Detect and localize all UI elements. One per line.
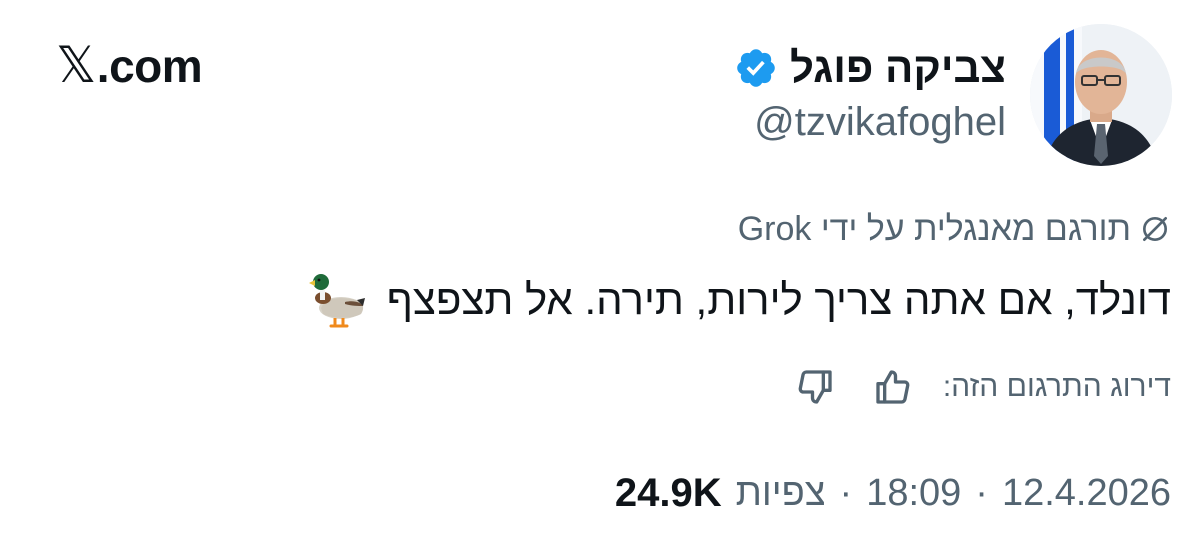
thumbs-down-button[interactable] [789, 362, 841, 412]
tweet-body: דונלד, אם אתה צריך לירות, תירה. אל תצפצף [305, 264, 1171, 336]
x-logo-icon: 𝕏 [56, 37, 96, 93]
duck-emoji-icon [308, 274, 365, 328]
views-count[interactable]: 24.9K [615, 471, 722, 516]
tweet-time[interactable]: 18:09 [866, 472, 961, 515]
avatar[interactable] [1030, 24, 1172, 166]
thumbs-up-icon [876, 370, 910, 404]
thumbs-down-icon [798, 370, 832, 404]
rate-translation-label: דירוג התרגום הזה: [942, 370, 1171, 403]
tweet-text: דונלד, אם אתה צריך לירות, תירה. אל תצפצף [386, 275, 1171, 323]
thumbs-up-button[interactable] [867, 362, 919, 412]
verified-badge-icon [737, 49, 775, 87]
avatar-image [1030, 24, 1172, 166]
views-label: צפיות [735, 471, 826, 514]
author-display-name[interactable]: צביקה פוגל [790, 47, 1006, 89]
meta-separator: · [975, 471, 988, 514]
translation-label: תורגם מאנגלית על ידי Grok [737, 209, 1131, 248]
tweet-meta: 12.4.2026 · 18:09 · צפיות 24.9K [615, 466, 1171, 520]
tweet-date[interactable]: 12.4.2026 [1002, 472, 1171, 515]
translate-icon [1143, 217, 1167, 241]
translation-notice: תורגם מאנגלית על ידי Grok [738, 206, 1171, 252]
rate-translation-row: דירוג התרגום הזה: [789, 362, 1171, 412]
xcom-logo: 𝕏 .com [56, 37, 203, 93]
meta-separator: · [839, 471, 853, 514]
logo-suffix: .com [96, 40, 203, 92]
author-name-row[interactable]: צביקה פוגל [734, 42, 1006, 94]
author-handle[interactable]: @tzvikafoghel [754, 102, 1006, 142]
